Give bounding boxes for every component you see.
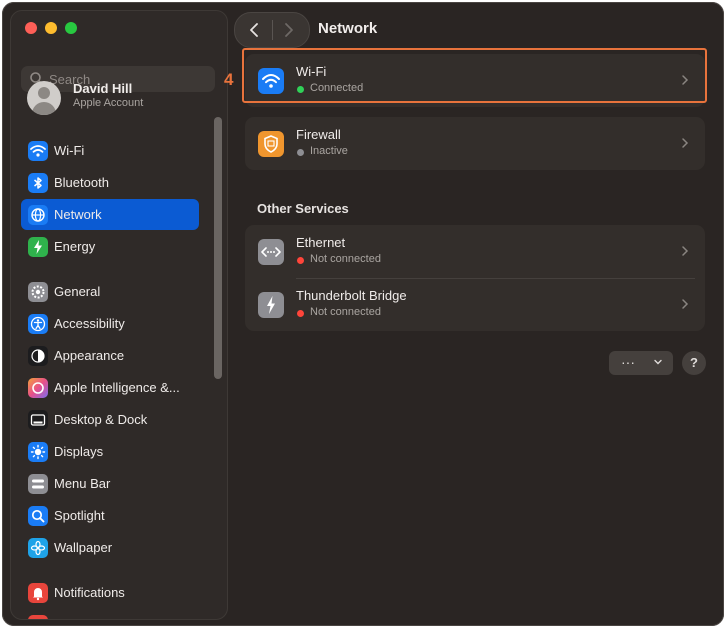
sidebar-item-bluetooth[interactable]: Bluetooth [21, 167, 199, 198]
wifi-icon [28, 141, 48, 161]
user-name: David Hill [73, 81, 133, 96]
sidebar-item-label: Appearance [54, 348, 125, 363]
back-chevron-icon[interactable] [248, 22, 260, 38]
help-button[interactable]: ? [682, 351, 706, 375]
dock-icon [28, 410, 48, 430]
service-row-firewall[interactable]: Firewall Inactive [245, 117, 705, 170]
history-nav [234, 12, 310, 48]
sidebar-item-label: Desktop & Dock [54, 412, 148, 427]
user-subtitle: Apple Account [73, 97, 144, 109]
sidebar-scrollbar[interactable] [214, 117, 222, 379]
sidebar-item-network[interactable]: Network [21, 199, 199, 230]
minimize-window-button[interactable] [45, 22, 57, 34]
bluetooth-icon [28, 173, 48, 193]
sidebar-item-label: Network [54, 207, 102, 222]
sidebar-item-spotlight[interactable]: Spotlight [21, 500, 199, 531]
sidebar-item-label: Wi-Fi [54, 143, 85, 158]
sidebar-item-desktop-dock[interactable]: Desktop & Dock [21, 404, 199, 435]
sidebar-item-label: Apple Intelligence &... [54, 380, 180, 395]
service-status: Inactive [310, 145, 348, 157]
sidebar-item-energy[interactable]: Energy [21, 231, 199, 262]
firewall-icon [258, 131, 284, 157]
sidebar: Search David Hill Apple Account Wi-Fi Bl… [10, 10, 228, 620]
chevron-right-icon [682, 299, 689, 309]
service-name: Thunderbolt Bridge [296, 288, 407, 303]
firewall-card: Firewall Inactive [245, 117, 705, 170]
appearance-icon [28, 346, 48, 366]
ethernet-icon [258, 239, 284, 265]
menubar-icon [28, 474, 48, 494]
forward-chevron-icon[interactable] [283, 22, 295, 38]
other-services-card: Ethernet Not connected Thunderbolt Bridg… [245, 225, 705, 331]
status-dot [297, 310, 304, 317]
service-name: Firewall [296, 127, 341, 142]
accessibility-icon [28, 314, 48, 334]
service-name: Ethernet [296, 235, 346, 250]
service-row-ethernet[interactable]: Ethernet Not connected [245, 225, 705, 278]
sidebar-item-wifi[interactable]: Wi-Fi [21, 135, 199, 166]
sidebar-item-label: Spotlight [54, 508, 105, 523]
magnifier-icon [28, 506, 48, 526]
annotation-step-marker: 4 [224, 70, 234, 89]
apple-intelligence-icon [28, 378, 48, 398]
sidebar-item-general[interactable]: General [21, 276, 199, 307]
sidebar-item-label: General [54, 284, 101, 299]
globe-icon [28, 205, 48, 225]
apple-account-item[interactable]: David Hill Apple Account [25, 79, 215, 123]
sidebar-item-label: Accessibility [54, 316, 125, 331]
other-services-heading: Other Services [257, 201, 349, 216]
chevron-right-icon [682, 246, 689, 256]
service-status: Not connected [310, 306, 381, 318]
flower-icon [28, 538, 48, 558]
sidebar-item-label: Bluetooth [54, 175, 109, 190]
bell-icon [28, 583, 48, 603]
close-window-button[interactable] [25, 22, 37, 34]
status-dot [297, 149, 304, 156]
sidebar-item-label: Energy [54, 239, 96, 254]
gear-icon [28, 282, 48, 302]
status-dot [297, 257, 304, 264]
sidebar-item-label: Menu Bar [54, 476, 111, 491]
service-row-thunderbolt-bridge[interactable]: Thunderbolt Bridge Not connected [245, 278, 705, 331]
sidebar-item-label: Displays [54, 444, 104, 459]
more-actions-popup-button[interactable]: ··· [609, 351, 673, 375]
service-status: Not connected [310, 253, 381, 265]
bolt-icon [28, 237, 48, 257]
sound-icon [28, 615, 48, 619]
sidebar-item-label: Wallpaper [54, 540, 113, 555]
more-icon: ··· [621, 354, 635, 370]
sidebar-item-accessibility[interactable]: Accessibility [21, 308, 199, 339]
sidebar-item-apple-intelligence[interactable]: Apple Intelligence &... [21, 372, 199, 403]
chevron-right-icon [682, 138, 689, 148]
sidebar-item-notifications[interactable]: Notifications [21, 577, 199, 608]
sidebar-item-menu-bar[interactable]: Menu Bar [21, 468, 199, 499]
zoom-window-button[interactable] [65, 22, 77, 34]
sidebar-item-wallpaper[interactable]: Wallpaper [21, 532, 199, 563]
page-title: Network [318, 20, 378, 37]
chevron-down-icon [654, 359, 662, 365]
sidebar-item-label: Notifications [54, 585, 125, 600]
thunderbolt-icon [258, 292, 284, 318]
sidebar-item-appearance[interactable]: Appearance [21, 340, 199, 371]
sidebar-item-displays[interactable]: Displays [21, 436, 199, 467]
sun-icon [28, 442, 48, 462]
sidebar-item-partial[interactable] [21, 609, 199, 619]
annotation-highlight-box [242, 48, 707, 103]
avatar [27, 81, 61, 115]
